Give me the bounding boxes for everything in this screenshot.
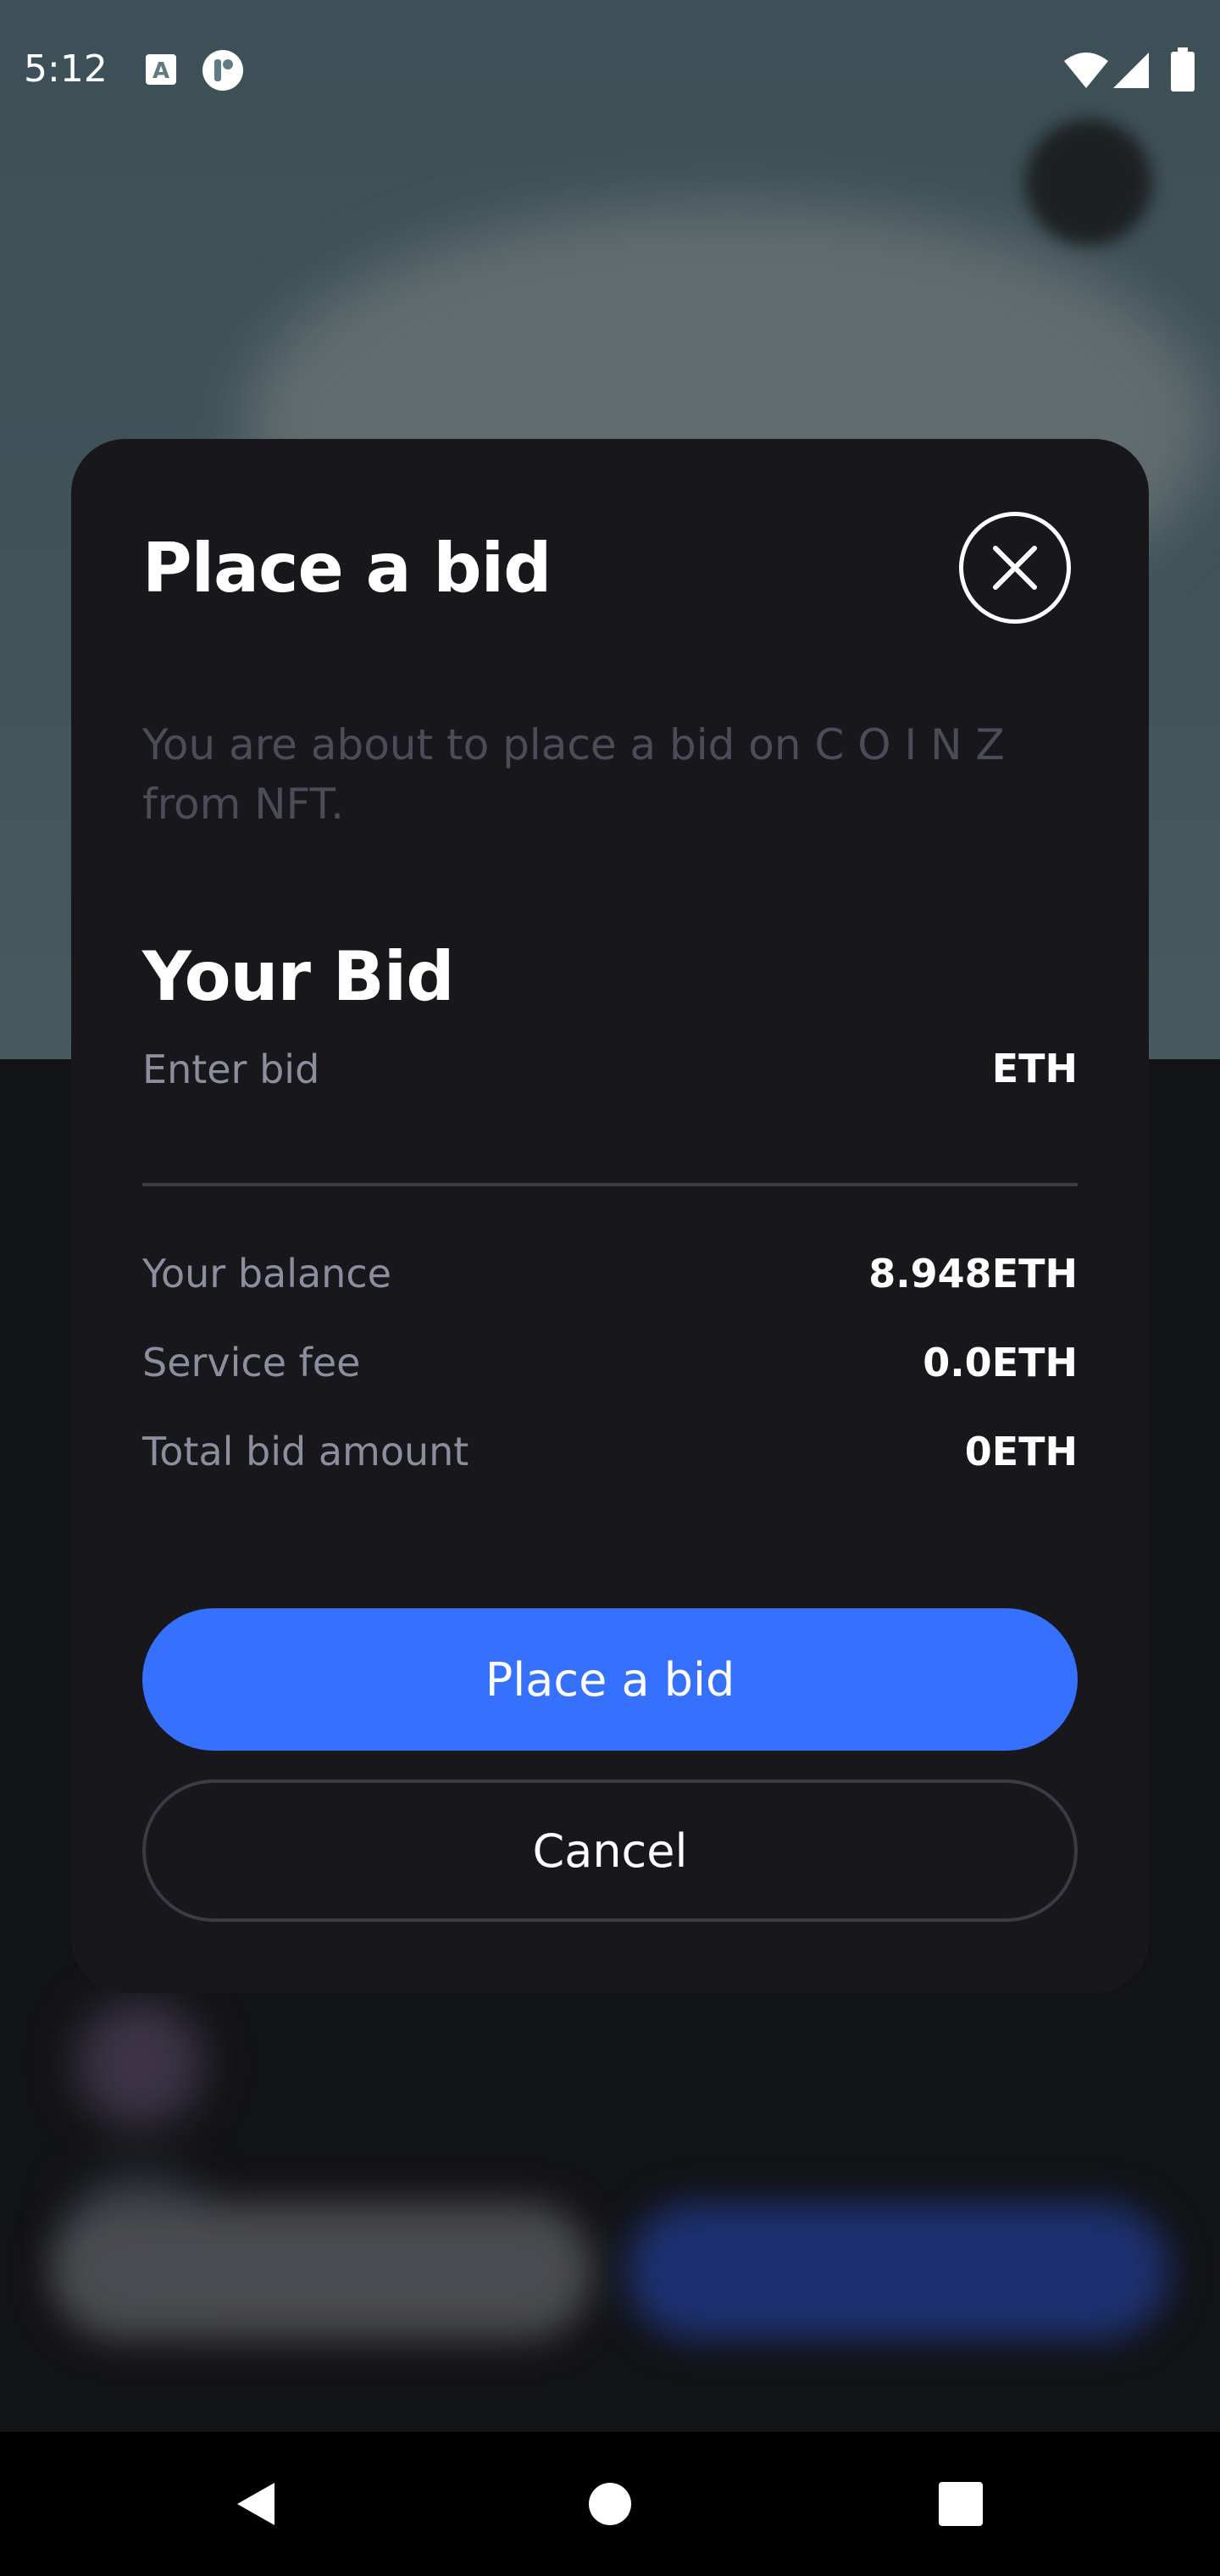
nav-back-button[interactable] [186, 2432, 322, 2576]
your-bid-heading: Your Bid [142, 937, 454, 1016]
balance-row: Your balance 8.948ETH [142, 1251, 1078, 1305]
svg-text:A: A [152, 58, 169, 84]
modal-description: You are about to place a bid on C O I N … [142, 720, 1005, 829]
place-bid-button-label: Place a bid [485, 1652, 735, 1707]
bid-currency-label: ETH [991, 1046, 1078, 1091]
home-icon [589, 2483, 631, 2525]
balance-value: 8.948ETH [868, 1251, 1078, 1296]
system-nav-bar [0, 2432, 1220, 2576]
status-time: 5:12 [24, 47, 108, 91]
bid-input-divider [142, 1183, 1078, 1186]
service-fee-value: 0.0ETH [923, 1340, 1078, 1385]
modal-title: Place a bid [142, 529, 552, 608]
recents-icon [939, 2482, 983, 2526]
a-notification-icon: A [144, 53, 178, 90]
close-icon [993, 546, 1037, 590]
bid-input[interactable] [142, 1027, 871, 1112]
wifi-icon [1062, 51, 1110, 93]
place-bid-button[interactable]: Place a bid [142, 1608, 1078, 1751]
service-fee-label: Service fee [142, 1340, 361, 1385]
screen: 5:12 A Place a bid You are about to plac… [0, 0, 1220, 2576]
signal-icon [1112, 51, 1151, 93]
back-icon [237, 2483, 274, 2525]
nav-home-button[interactable] [542, 2432, 678, 2576]
battery-icon [1171, 47, 1195, 95]
cancel-button[interactable]: Cancel [142, 1779, 1078, 1922]
total-bid-label: Total bid amount [142, 1429, 469, 1474]
total-bid-value: 0ETH [964, 1429, 1078, 1474]
close-button[interactable] [959, 512, 1071, 624]
total-bid-row: Total bid amount 0ETH [142, 1429, 1078, 1483]
place-bid-modal: Place a bid You are about to place a bid… [71, 439, 1149, 1993]
balance-label: Your balance [142, 1251, 391, 1296]
nav-recents-button[interactable] [893, 2432, 1029, 2576]
bid-input-row: ETH [142, 1027, 1078, 1120]
service-fee-row: Service fee 0.0ETH [142, 1340, 1078, 1394]
app-notification-icon [202, 49, 244, 95]
status-bar: 5:12 A [0, 0, 1220, 146]
cancel-button-label: Cancel [532, 1824, 688, 1878]
